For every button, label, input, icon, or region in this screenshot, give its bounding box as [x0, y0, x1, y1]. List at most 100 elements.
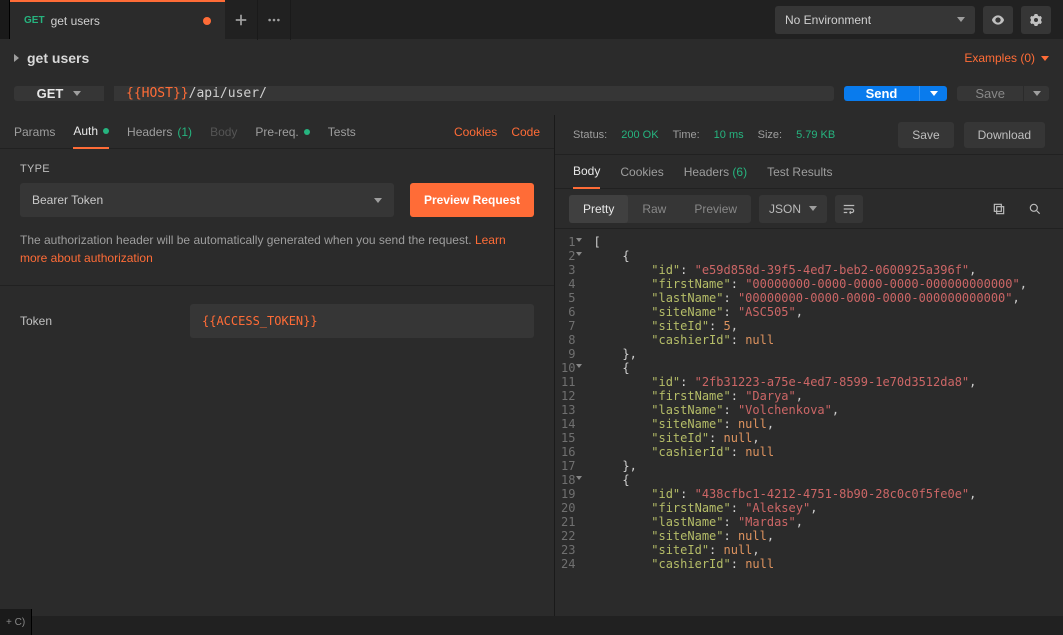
tab-actions	[225, 0, 291, 39]
tab-params[interactable]: Params	[14, 125, 55, 139]
method-value: GET	[37, 86, 64, 101]
status-code: 200 OK	[621, 129, 658, 141]
format-value: JSON	[769, 202, 801, 216]
chevron-down-icon	[957, 17, 965, 22]
url-variable: {{HOST}}	[126, 86, 189, 101]
chevron-down-icon	[374, 198, 382, 203]
response-tab-body[interactable]: Body	[573, 155, 600, 189]
tab-method: GET	[24, 15, 45, 26]
chevron-down-icon	[1033, 91, 1041, 96]
window-left-edge	[0, 0, 10, 39]
tab-title: get users	[51, 14, 197, 28]
url-path: /api/user/	[189, 86, 267, 101]
examples-label: Examples (0)	[964, 51, 1035, 65]
url-input[interactable]: {{HOST}}/api/user/	[114, 86, 834, 101]
save-response-label: Save	[912, 128, 939, 142]
line-gutter: 123456789101112131415161718192021222324	[555, 229, 583, 616]
unsaved-indicator-icon	[203, 17, 211, 25]
preview-request-label: Preview Request	[424, 193, 520, 207]
response-tab-cookies[interactable]: Cookies	[620, 165, 663, 179]
request-url-row: GET {{HOST}}/api/user/ Send Save	[0, 76, 1063, 115]
active-dot-icon	[304, 129, 310, 135]
download-response-button[interactable]: Download	[964, 122, 1045, 148]
response-pane: Status: 200 OK Time: 10 ms Size: 5.79 KB…	[555, 115, 1063, 616]
send-label: Send	[866, 86, 898, 101]
auth-help-text: The authorization header will be automat…	[20, 231, 534, 267]
size-prefix: Size:	[758, 129, 782, 141]
token-input[interactable]: {{ACCESS_TOKEN}}	[190, 304, 534, 338]
tab-menu-button[interactable]	[258, 0, 291, 40]
chevron-down-icon	[930, 91, 938, 96]
search-button[interactable]	[1021, 195, 1049, 223]
code-link[interactable]: Code	[511, 125, 540, 139]
save-button[interactable]: Save	[957, 86, 1023, 101]
token-value: {{ACCESS_TOKEN}}	[202, 314, 318, 328]
send-options-button[interactable]	[919, 86, 947, 101]
auth-type-selector[interactable]: Bearer Token	[20, 183, 394, 217]
save-label: Save	[975, 86, 1005, 101]
response-time: 10 ms	[714, 129, 744, 141]
save-options-button[interactable]	[1023, 86, 1049, 101]
time-prefix: Time:	[673, 129, 700, 141]
tab-prereq-label: Pre-req.	[255, 125, 298, 139]
auth-type-label: TYPE	[20, 163, 534, 175]
auth-panel: TYPE Bearer Token Preview Request The au…	[0, 149, 554, 352]
auth-help-body: The authorization header will be automat…	[20, 233, 475, 247]
request-title-row: get users Examples (0)	[0, 40, 1063, 76]
download-label: Download	[978, 128, 1031, 142]
new-tab-button[interactable]	[225, 0, 258, 40]
expand-icon[interactable]	[14, 54, 19, 62]
view-mode-segments: Pretty Raw Preview	[569, 195, 751, 223]
response-tab-headers[interactable]: Headers (6)	[684, 165, 747, 179]
response-size: 5.79 KB	[796, 129, 835, 141]
view-raw[interactable]: Raw	[628, 195, 680, 223]
wrap-toggle-button[interactable]	[835, 195, 863, 223]
request-pane: Params Auth Headers (1) Body Pre-req. Te…	[0, 115, 555, 616]
response-tab-headers-label: Headers	[684, 165, 729, 179]
copy-button[interactable]	[985, 195, 1013, 223]
request-tabs: Params Auth Headers (1) Body Pre-req. Te…	[0, 115, 554, 149]
save-response-button[interactable]: Save	[898, 122, 953, 148]
response-tabs: Body Cookies Headers (6) Test Results	[555, 155, 1063, 189]
request-name: get users	[27, 50, 89, 66]
response-code-toolbar: Pretty Raw Preview JSON	[555, 189, 1063, 229]
request-tab[interactable]: GET get users	[10, 0, 225, 39]
environment-quicklook-button[interactable]	[983, 6, 1013, 34]
auth-type-value: Bearer Token	[32, 193, 103, 207]
view-preview[interactable]: Preview	[680, 195, 751, 223]
top-tab-bar: GET get users No Environment	[0, 0, 1063, 40]
tab-headers-label: Headers	[127, 125, 172, 139]
response-body-editor[interactable]: 123456789101112131415161718192021222324 …	[555, 229, 1063, 616]
code-content: [ { "id": "e59d858d-39f5-4ed7-beb2-06009…	[583, 229, 1037, 616]
headers-count: (1)	[177, 125, 192, 139]
tab-headers[interactable]: Headers (1)	[127, 125, 192, 139]
response-headers-count: (6)	[732, 165, 747, 179]
tab-auth-label: Auth	[73, 114, 98, 148]
method-selector[interactable]: GET	[14, 86, 104, 101]
divider	[0, 285, 554, 286]
response-tab-tests[interactable]: Test Results	[767, 165, 832, 179]
environment-selector[interactable]: No Environment	[775, 6, 975, 34]
format-selector[interactable]: JSON	[759, 195, 827, 223]
status-prefix: Status:	[573, 129, 607, 141]
response-status-row: Status: 200 OK Time: 10 ms Size: 5.79 KB…	[555, 115, 1063, 155]
send-button[interactable]: Send	[844, 86, 920, 101]
view-pretty[interactable]: Pretty	[569, 195, 628, 223]
settings-button[interactable]	[1021, 6, 1051, 34]
preview-request-button[interactable]: Preview Request	[410, 183, 534, 217]
chevron-down-icon	[73, 91, 81, 96]
tab-body[interactable]: Body	[210, 125, 237, 139]
active-dot-icon	[103, 128, 109, 134]
bottom-left-label: + C)	[6, 617, 25, 628]
examples-dropdown[interactable]: Examples (0)	[964, 51, 1049, 65]
chevron-down-icon	[809, 206, 817, 211]
tab-auth[interactable]: Auth	[73, 115, 109, 149]
cookies-link[interactable]: Cookies	[454, 125, 497, 139]
environment-name: No Environment	[785, 13, 871, 27]
chevron-down-icon	[1041, 56, 1049, 61]
token-label: Token	[20, 314, 190, 328]
tab-prereq[interactable]: Pre-req.	[255, 125, 309, 139]
bottom-left-handle[interactable]: + C)	[0, 609, 32, 635]
tab-tests[interactable]: Tests	[328, 125, 356, 139]
top-right-controls: No Environment	[775, 0, 1063, 39]
